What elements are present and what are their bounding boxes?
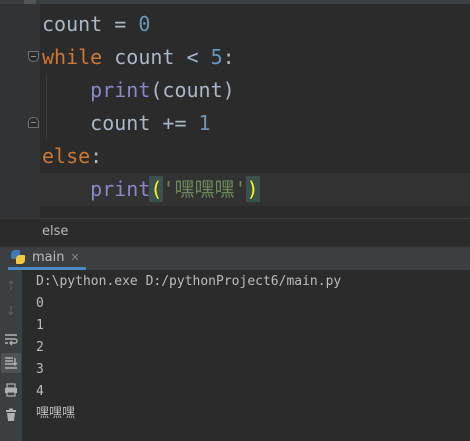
code-token: 0 (138, 12, 151, 36)
console-line: D:\python.exe D:/pythonProject6/main.py (36, 274, 342, 289)
python-icon (10, 249, 26, 265)
code-token: print (90, 177, 151, 201)
code-token: 1 (198, 111, 211, 135)
console-line: 0 (36, 296, 44, 311)
print-icon[interactable] (1, 380, 21, 400)
code-token: count += (42, 111, 199, 135)
editor-gutter[interactable] (0, 0, 40, 218)
run-tool-window-header: main ✕ (0, 246, 470, 270)
console-line: 4 (36, 384, 44, 399)
code-token: (count) (150, 78, 235, 102)
code-token: ( (149, 176, 164, 202)
rerun-up-icon[interactable]: ↑ (1, 276, 21, 296)
fold-close-icon[interactable] (28, 117, 39, 128)
run-toolbar: ↑ ↓ (0, 270, 22, 441)
breadcrumb[interactable]: else (0, 218, 470, 246)
close-tab-icon[interactable]: ✕ (70, 251, 79, 264)
soft-wrap-icon[interactable] (1, 329, 21, 349)
code-token: while (42, 45, 103, 69)
fold-open-icon[interactable] (28, 51, 39, 62)
code-token: 5 (210, 45, 223, 69)
code-token: : (222, 45, 235, 69)
scroll-to-end-icon[interactable] (1, 353, 21, 373)
console-line: 2 (36, 340, 44, 355)
rerun-down-icon[interactable]: ↓ (1, 301, 21, 321)
console-line: 3 (36, 362, 44, 377)
editor-top-strip (0, 0, 470, 4)
code-line[interactable]: else: (42, 140, 470, 173)
code-line[interactable]: print('嘿嘿嘿') (40, 173, 470, 206)
console-line: 1 (36, 318, 44, 333)
code-editor[interactable]: count = 0 while count < 5: print(count) c… (0, 0, 470, 218)
code-token: : (90, 144, 103, 168)
run-tab-main[interactable]: main ✕ (8, 247, 86, 270)
code-line[interactable]: while count < 5: (42, 41, 470, 74)
code-token: '嘿嘿嘿' (162, 177, 247, 201)
trash-icon[interactable] (1, 405, 21, 425)
console-line: 嘿嘿嘿 (36, 406, 76, 421)
code-token: print (90, 78, 151, 102)
code-token: count < (102, 45, 211, 69)
run-tab-label: main (32, 249, 65, 265)
code-line[interactable]: count = 0 (42, 8, 470, 41)
code-token: ) (245, 176, 260, 202)
breadcrumb-item[interactable]: else (42, 224, 68, 239)
code-line[interactable]: print(count) (42, 74, 470, 107)
code-line[interactable]: count += 1 (42, 107, 470, 140)
code-token: else (42, 144, 91, 168)
run-console[interactable]: D:\python.exe D:/pythonProject6/main.py 0… (22, 270, 470, 441)
code-token: count = (42, 12, 139, 36)
